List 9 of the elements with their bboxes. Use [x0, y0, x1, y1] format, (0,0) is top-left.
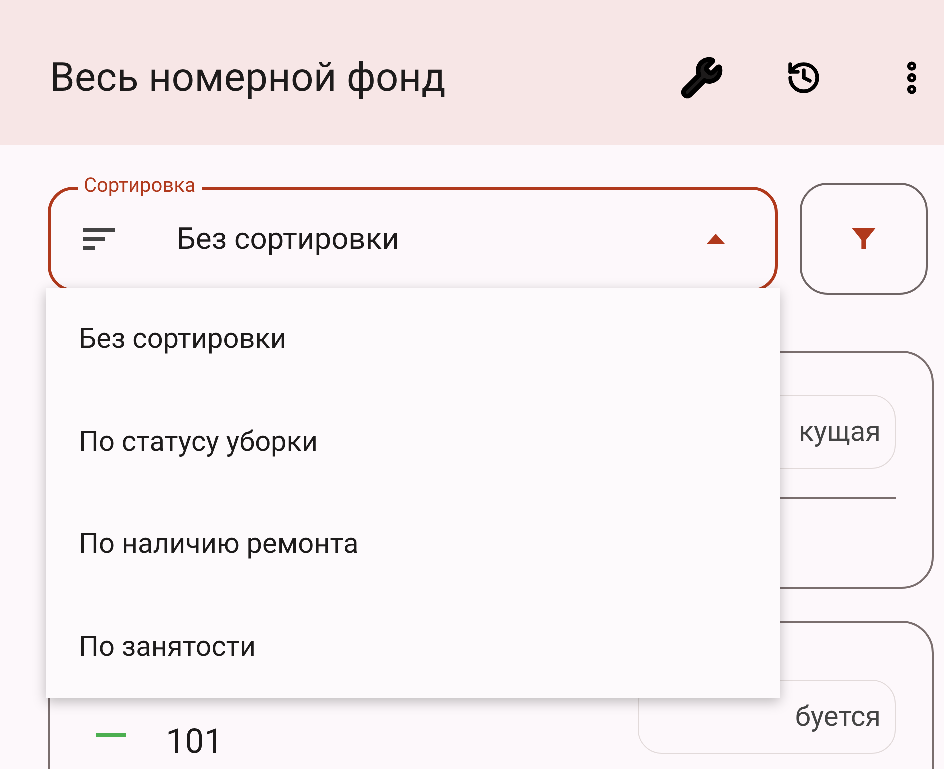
sort-icon — [83, 228, 115, 250]
history-icon[interactable] — [786, 60, 822, 96]
wrench-icon[interactable] — [680, 56, 724, 100]
room-number: 101 — [166, 721, 224, 764]
sort-value: Без сортировки — [177, 220, 400, 258]
menu-item[interactable]: По наличию ремонта — [46, 493, 780, 596]
filter-button[interactable] — [800, 183, 928, 295]
page-title: Весь номерной фонд — [50, 52, 447, 102]
menu-item[interactable]: По статусу уборки — [46, 390, 780, 493]
